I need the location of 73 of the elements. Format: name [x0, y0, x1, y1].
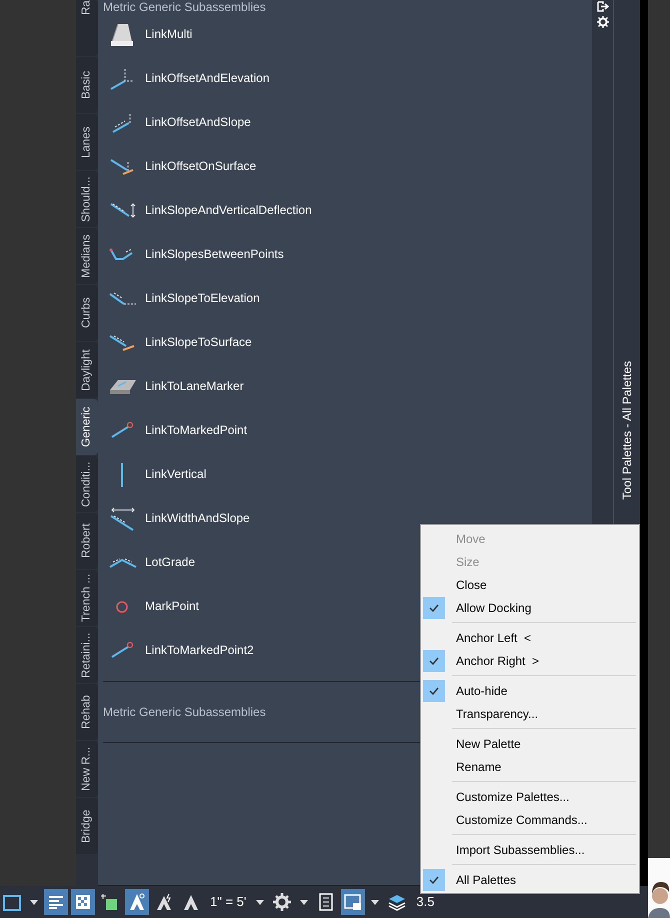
palette-tab[interactable]: Rehab	[76, 684, 98, 740]
tool-item[interactable]: LinkToMarkedPoint2	[145, 641, 254, 659]
palette-tab[interactable]: Trench ...	[76, 570, 98, 626]
tool-item[interactable]: MarkPoint	[145, 597, 200, 615]
palette-tab[interactable]: New R...	[76, 741, 98, 797]
block-icon	[109, 22, 134, 46]
selection-icon	[100, 892, 120, 912]
menu-item[interactable]: Import Subassemblies...	[456, 840, 585, 858]
menu-item[interactable]: Close	[456, 576, 487, 594]
palette-tab[interactable]: Lanes	[76, 114, 98, 170]
link-icon	[110, 641, 134, 659]
link-icon	[120, 460, 123, 488]
tool-item[interactable]: LinkOffsetAndSlope	[145, 113, 251, 131]
palette-tab[interactable]: Ra	[76, 0, 98, 56]
status-button[interactable]	[341, 889, 366, 915]
link-icon	[108, 247, 134, 261]
tool-item[interactable]: LinkOffsetOnSurface	[145, 157, 256, 175]
palette-tab[interactable]: Conditi...	[76, 456, 98, 512]
viewport-icon	[2, 892, 22, 912]
circle-icon	[115, 600, 128, 612]
group-header: Metric Generic Subassemblies	[103, 704, 266, 721]
lock-icon	[343, 892, 364, 912]
menu-item[interactable]: Allow Docking	[456, 598, 532, 616]
palette-tab[interactable]: Medians	[76, 228, 98, 284]
tool-item[interactable]: LinkSlopeToElevation	[145, 289, 260, 307]
menu-item[interactable]: All Palettes	[456, 870, 516, 888]
tool-item[interactable]: LinkSlopeToSurface	[145, 333, 252, 351]
tool-item[interactable]: LinkToLaneMarker	[145, 377, 244, 395]
link-icon	[108, 291, 137, 305]
palette-tab[interactable]: Basic	[76, 57, 98, 113]
menu-item[interactable]: Anchor Left <	[456, 628, 532, 646]
link-icon	[110, 421, 134, 439]
tool-item[interactable]: LinkMulti	[145, 25, 192, 43]
tool-item[interactable]: LotGrade	[145, 553, 196, 571]
tool-item[interactable]: LinkSlopesBetweenPoints	[145, 245, 284, 263]
menu-item[interactable]: New Palette	[456, 734, 521, 752]
status-text[interactable]: 1" = 5'	[206, 892, 250, 912]
tool-item[interactable]: LinkSlopeAndVerticalDeflection	[145, 201, 312, 219]
palette-tab[interactable]: Generic	[76, 399, 98, 455]
palette-tab[interactable]: Robert	[76, 513, 98, 569]
annotation-icon	[154, 892, 174, 912]
menu-item[interactable]: Transparency...	[456, 704, 538, 722]
pavement-icon	[108, 378, 137, 394]
layers-icon	[387, 892, 408, 912]
palette-tab[interactable]: Retaini...	[76, 627, 98, 683]
group-header: Metric Generic Subassemblies	[103, 0, 266, 14]
menu-item[interactable]: Anchor Right >	[456, 652, 540, 670]
link-icon	[111, 112, 131, 132]
link-icon	[109, 66, 134, 90]
palette-tab[interactable]: Daylight	[76, 342, 98, 398]
menu-item[interactable]: Rename	[456, 758, 502, 776]
palette-tab[interactable]: Bridge	[76, 798, 98, 854]
link-icon	[109, 202, 136, 218]
link-icon	[108, 334, 135, 350]
exit-icon[interactable]	[596, 1, 608, 12]
tool-item[interactable]: LinkOffsetAndElevation	[145, 69, 270, 87]
menu-item[interactable]: Customize Commands...	[456, 810, 588, 828]
link-icon	[108, 556, 137, 568]
status-text[interactable]: 3.5	[412, 892, 438, 912]
tool-item[interactable]: LinkVertical	[145, 465, 206, 483]
palette-title: Tool Palettes - All Palettes	[619, 361, 635, 500]
tool-item[interactable]: LinkToMarkedPoint	[145, 421, 248, 439]
menu-item[interactable]: Customize Palettes...	[456, 788, 570, 806]
tool-item[interactable]: LinkWidthAndSlope	[145, 509, 250, 527]
annotation-icon	[127, 892, 147, 912]
link-icon	[109, 506, 135, 530]
menu-item[interactable]: Auto-hide	[456, 682, 508, 700]
palette-tab[interactable]: Curbs	[76, 285, 98, 341]
settings-icon[interactable]	[596, 16, 608, 28]
link-icon	[109, 158, 134, 174]
checker-icon	[73, 892, 93, 912]
settings-icon	[272, 892, 292, 912]
palette-tab[interactable]: Should...	[76, 171, 98, 227]
